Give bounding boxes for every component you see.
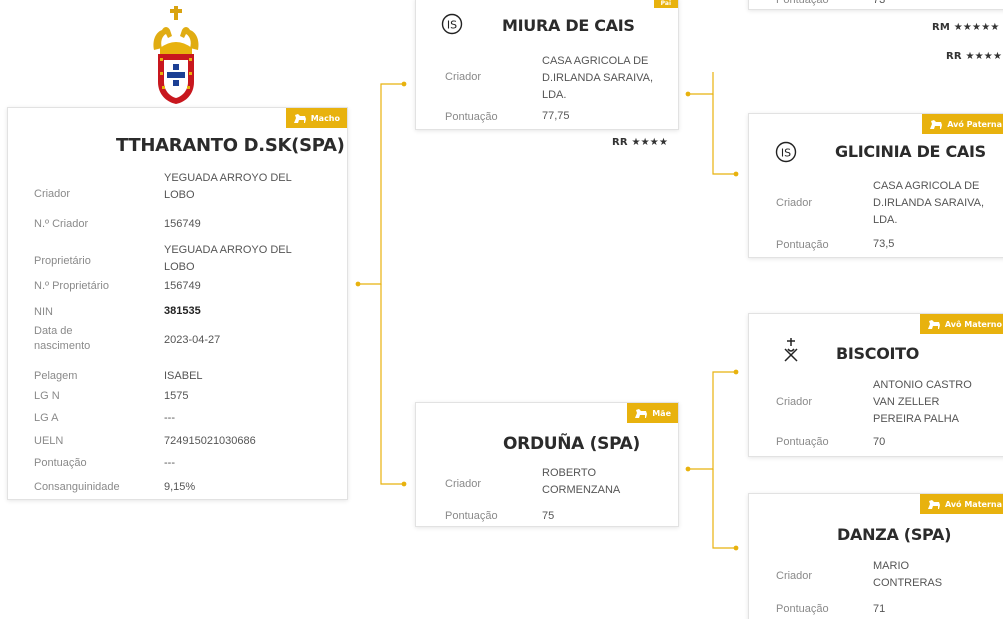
breeder-value: CASA AGRICOLA DE D.IRLANDA SARAIVA, LDA. xyxy=(873,180,985,226)
field-label: Proprietário xyxy=(34,255,91,267)
maternal-grandsire-card[interactable]: Avô Materno BISCOITO Criador ANTONIO CAS… xyxy=(748,313,1003,457)
field-label: LG N xyxy=(34,390,60,402)
field-label: N.º Criador xyxy=(34,218,89,230)
score-label: Pontuação xyxy=(445,510,498,522)
horse-icon xyxy=(927,319,940,329)
field-value: 1575 xyxy=(164,390,189,402)
sex-badge: Macho xyxy=(285,108,347,128)
field-label: LG A xyxy=(34,412,59,424)
score-value: 75 xyxy=(542,510,555,522)
score-label: Pontuação xyxy=(776,603,829,615)
connector-dot xyxy=(401,81,407,87)
field-value: 381535 xyxy=(164,305,201,317)
is-brand-icon: IS xyxy=(441,13,463,35)
relation-badge: Avó Materna xyxy=(919,494,1003,514)
connector-dot xyxy=(685,91,691,97)
score-label: Pontuação xyxy=(776,0,829,6)
horse-icon xyxy=(927,499,940,509)
score-label: Pontuação xyxy=(776,239,829,251)
score-label: Pontuação xyxy=(776,436,829,448)
grandsire-rating-2: RR ★★★★ xyxy=(946,51,1003,62)
field-label: Pelagem xyxy=(34,370,78,382)
badge-label: Macho xyxy=(310,113,340,123)
is-brand-icon: IS xyxy=(775,141,797,163)
score-value: 71 xyxy=(873,603,886,615)
badge-label: Avó Materna xyxy=(944,499,1002,509)
score-value: 77,75 xyxy=(542,110,570,122)
score-label: Pontuação xyxy=(445,111,498,123)
svg-text:IS: IS xyxy=(447,19,457,32)
connector-dot xyxy=(685,466,691,472)
badge-label: Avô Materno xyxy=(944,319,1002,329)
breeder-value: ANTONIO CASTRO VAN ZELLER PEREIRA PALHA xyxy=(873,379,972,425)
paternal-granddam-card[interactable]: Avó Paterna IS GLICINIA DE CAIS Criador … xyxy=(748,113,1003,258)
crest-icon xyxy=(146,6,206,104)
field-label: N.º Proprietário xyxy=(34,280,109,292)
field-label: Data de nascimento xyxy=(34,325,91,352)
sire-card[interactable]: Pai IS MIURA DE CAIS Criador CASA AGRICO… xyxy=(415,0,679,130)
field-label: Consanguinidade xyxy=(34,481,120,493)
parent-badge: Pai xyxy=(653,0,678,8)
main-horse-card[interactable]: Macho TTHARANTO D.SK(SPA) Criador YEGUAD… xyxy=(7,107,348,500)
field-value: 156749 xyxy=(164,218,201,230)
relation-badge: Avó Paterna xyxy=(922,114,1003,134)
field-value: ISABEL xyxy=(164,370,203,382)
field-value: --- xyxy=(164,412,175,424)
horse-name: BISCOITO xyxy=(836,344,920,363)
field-value: 156749 xyxy=(164,280,201,292)
score-value: 70 xyxy=(873,436,886,448)
connector-dot xyxy=(355,281,361,287)
horse-name: ORDUÑA (SPA) xyxy=(503,434,640,454)
score-value: 73,5 xyxy=(873,238,895,250)
breeder-value: CASA AGRICOLA DE D.IRLANDA SARAIVA, LDA. xyxy=(542,55,654,101)
field-value: YEGUADA ARROYO DEL LOBO xyxy=(164,172,292,201)
field-label: Criador xyxy=(34,188,71,200)
connector-dot xyxy=(733,369,739,375)
field-value: 9,15% xyxy=(164,481,196,493)
connector-dot xyxy=(401,481,407,487)
badge-label: Avó Paterna xyxy=(947,119,1002,129)
horse-icon xyxy=(635,408,648,418)
grandsire-rating-1: RM ★★★★★ xyxy=(932,22,1000,33)
field-value: 2023-04-27 xyxy=(164,334,221,346)
breeder-value: MARIO CONTRERAS xyxy=(873,560,943,589)
breeder-value: ROBERTO CORMENZANA xyxy=(542,467,621,496)
horse-name: GLICINIA DE CAIS xyxy=(835,142,986,161)
sire-rating: RR ★★★★ xyxy=(612,137,669,148)
parent-badge: Mãe xyxy=(627,403,678,423)
score-value: 73 xyxy=(873,0,886,6)
connector-dot xyxy=(733,171,739,177)
field-label: UELN xyxy=(34,435,64,447)
maternal-granddam-card[interactable]: Avó Materna DANZA (SPA) Criador MARIO CO… xyxy=(748,493,1003,619)
dam-card[interactable]: Mãe ORDUÑA (SPA) Criador ROBERTO CORMENZ… xyxy=(415,402,679,527)
cross-brand-icon xyxy=(784,338,798,362)
relation-badge: Avô Materno xyxy=(919,314,1003,334)
breeder-label: Criador xyxy=(445,478,482,490)
paternal-grandsire-card[interactable]: Pontuação 73 xyxy=(748,0,1003,10)
badge-label: Pai xyxy=(660,0,671,7)
horse-icon xyxy=(930,119,943,129)
field-value: --- xyxy=(164,457,175,469)
field-label: Pontuação xyxy=(34,457,87,469)
breeder-label: Criador xyxy=(776,570,813,582)
horse-icon xyxy=(293,113,306,123)
horse-name: MIURA DE CAIS xyxy=(502,16,635,35)
horse-name: TTHARANTO D.SK(SPA) xyxy=(116,135,345,156)
svg-text:IS: IS xyxy=(781,147,791,160)
field-value: YEGUADA ARROYO DEL LOBO xyxy=(164,244,292,273)
breeder-label: Criador xyxy=(445,71,482,83)
field-value: 724915021030686 xyxy=(164,435,256,447)
horse-name: DANZA (SPA) xyxy=(837,525,952,544)
breeder-label: Criador xyxy=(776,396,813,408)
field-label: NIN xyxy=(34,306,53,318)
breeder-label: Criador xyxy=(776,197,813,209)
badge-label: Mãe xyxy=(652,408,671,418)
connector-dot xyxy=(733,545,739,551)
